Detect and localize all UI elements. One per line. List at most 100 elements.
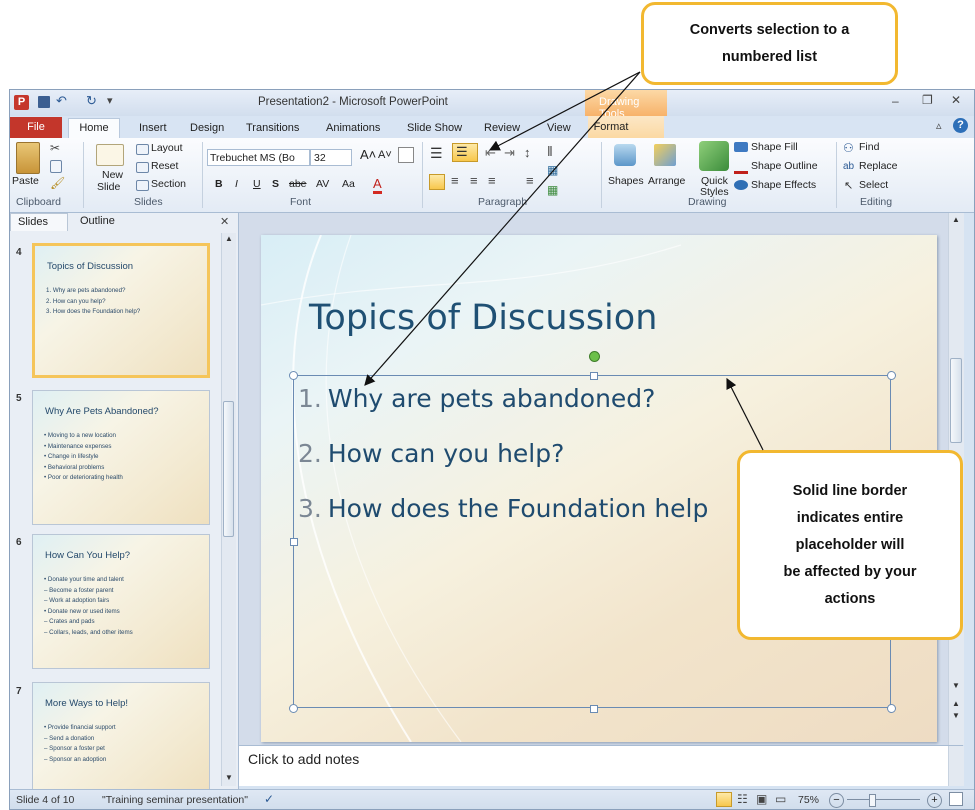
reset-button[interactable]: Reset bbox=[151, 160, 178, 172]
slide-thumbnail-selected[interactable]: Topics of Discussion 1. Why are pets aba… bbox=[32, 243, 210, 378]
paste-button[interactable]: Paste bbox=[12, 175, 39, 187]
section-button[interactable]: Section bbox=[151, 178, 186, 190]
panel-scrollbar[interactable]: ▲ ▼ bbox=[221, 233, 236, 786]
tab-design[interactable]: Design bbox=[190, 119, 224, 138]
zoom-slider-thumb[interactable] bbox=[869, 794, 876, 807]
slide-show-button[interactable]: ▭ bbox=[775, 792, 786, 806]
normal-view-button[interactable] bbox=[716, 792, 732, 807]
change-case-button[interactable]: Aa bbox=[342, 178, 355, 190]
shape-outline-button[interactable]: Shape Outline bbox=[751, 160, 818, 172]
zoom-slider[interactable] bbox=[847, 799, 920, 800]
paste-icon[interactable] bbox=[16, 142, 40, 174]
clear-formatting-icon[interactable] bbox=[398, 147, 414, 163]
bullets-button[interactable]: ☰ bbox=[430, 145, 443, 162]
resize-handle[interactable] bbox=[887, 371, 896, 380]
bold-button[interactable]: B bbox=[215, 178, 223, 190]
align-text-button[interactable]: ▦ bbox=[547, 163, 558, 177]
cut-icon[interactable]: ✂ bbox=[50, 141, 60, 155]
zoom-out-button[interactable]: − bbox=[829, 793, 844, 808]
tab-view[interactable]: View bbox=[547, 119, 571, 138]
numbering-button[interactable]: ☰ bbox=[452, 143, 478, 162]
layout-button[interactable]: Layout bbox=[151, 142, 183, 154]
slide-thumbnail[interactable]: More Ways to Help! • Provide financial s… bbox=[32, 682, 210, 792]
decrease-indent-button[interactable]: ⇤ bbox=[485, 145, 496, 161]
spell-check-icon[interactable]: ✓ bbox=[264, 792, 274, 806]
numbered-list-item[interactable]: 2. How can you help? bbox=[298, 439, 564, 468]
tab-format[interactable]: Format bbox=[588, 116, 664, 138]
panel-scroll-thumb[interactable] bbox=[223, 401, 234, 537]
zoom-in-button[interactable]: + bbox=[927, 793, 942, 808]
increase-indent-button[interactable]: ⇥ bbox=[504, 145, 515, 161]
tab-transitions[interactable]: Transitions bbox=[246, 119, 299, 138]
minimize-ribbon-icon[interactable]: ▵ bbox=[936, 119, 942, 132]
resize-handle[interactable] bbox=[887, 704, 896, 713]
undo-icon[interactable]: ↶ bbox=[56, 93, 67, 109]
notes-scrollbar[interactable] bbox=[948, 746, 964, 786]
numbered-list-item[interactable]: 3. How does the Foundation help bbox=[298, 494, 708, 523]
text-direction-button[interactable]: ≡ bbox=[526, 173, 534, 188]
fit-to-window-button[interactable] bbox=[949, 792, 963, 806]
tab-file[interactable]: File bbox=[10, 117, 62, 138]
customize-quick-access-icon[interactable]: ▾ bbox=[107, 94, 113, 107]
font-color-button[interactable]: A bbox=[373, 176, 382, 194]
notes-pane[interactable]: Click to add notes bbox=[239, 745, 964, 786]
resize-handle[interactable] bbox=[290, 538, 298, 546]
tab-slides-panel[interactable]: Slides bbox=[10, 213, 68, 231]
quick-styles-icon[interactable] bbox=[699, 141, 729, 171]
help-icon[interactable]: ? bbox=[953, 118, 968, 133]
new-slide-button[interactable]: New bbox=[102, 169, 123, 181]
scroll-down-icon[interactable]: ▼ bbox=[952, 681, 960, 690]
columns-button[interactable]: ‖ bbox=[547, 143, 553, 159]
arrange-icon[interactable] bbox=[654, 144, 676, 166]
slide-scroll-thumb[interactable] bbox=[950, 358, 962, 443]
minimize-button[interactable]: – bbox=[892, 94, 899, 108]
zoom-level[interactable]: 75% bbox=[798, 794, 819, 806]
previous-slide-icon[interactable]: ▲ bbox=[952, 699, 960, 708]
character-spacing-button[interactable]: AV bbox=[316, 178, 329, 190]
restore-button[interactable]: ❐ bbox=[922, 93, 933, 107]
resize-handle[interactable] bbox=[289, 704, 298, 713]
shapes-button[interactable]: Shapes bbox=[608, 175, 644, 187]
tab-review[interactable]: Review bbox=[484, 119, 520, 138]
shapes-icon[interactable] bbox=[614, 144, 636, 166]
new-slide-button-line2[interactable]: Slide bbox=[97, 181, 120, 193]
close-panel-icon[interactable]: ✕ bbox=[220, 215, 229, 228]
find-button[interactable]: Find bbox=[859, 141, 879, 153]
close-button[interactable]: ✕ bbox=[951, 93, 961, 107]
grow-font-button[interactable]: A˄ bbox=[360, 147, 376, 162]
tab-insert[interactable]: Insert bbox=[139, 119, 167, 138]
tab-slide-show[interactable]: Slide Show bbox=[407, 119, 462, 138]
redo-icon[interactable]: ↻ bbox=[86, 93, 97, 109]
tab-outline[interactable]: Outline bbox=[72, 213, 132, 231]
next-slide-icon[interactable]: ▼ bbox=[952, 711, 960, 720]
shadow-button[interactable]: S bbox=[272, 178, 279, 190]
notes-placeholder[interactable]: Click to add notes bbox=[248, 751, 359, 767]
italic-button[interactable]: I bbox=[235, 178, 238, 190]
shape-effects-button[interactable]: Shape Effects bbox=[751, 179, 816, 191]
replace-button[interactable]: Replace bbox=[859, 160, 898, 172]
resize-handle[interactable] bbox=[590, 372, 598, 380]
font-size-combo[interactable]: 32 bbox=[310, 149, 352, 166]
slide-title[interactable]: Topics of Discussion bbox=[309, 298, 657, 338]
scroll-up-icon[interactable]: ▲ bbox=[225, 234, 233, 243]
format-painter-icon[interactable]: 🖌 bbox=[50, 176, 65, 190]
slide-sorter-button[interactable]: ☷ bbox=[737, 792, 748, 806]
scroll-down-icon[interactable]: ▼ bbox=[225, 773, 233, 782]
strikethrough-button[interactable]: abe bbox=[289, 178, 307, 190]
reading-view-button[interactable]: ▣ bbox=[756, 792, 767, 806]
resize-handle[interactable] bbox=[289, 371, 298, 380]
center-button[interactable]: ≡ bbox=[451, 173, 459, 188]
numbered-list-item[interactable]: 1. Why are pets abandoned? bbox=[298, 384, 655, 413]
font-name-combo[interactable]: Trebuchet MS (Bo bbox=[207, 149, 310, 166]
rotation-handle[interactable] bbox=[589, 351, 600, 362]
smartart-button[interactable]: ▦ bbox=[547, 183, 558, 197]
slide-thumbnail[interactable]: How Can You Help? • Donate your time and… bbox=[32, 534, 210, 669]
resize-handle[interactable] bbox=[590, 705, 598, 713]
shrink-font-button[interactable]: A˅ bbox=[378, 149, 392, 161]
shape-fill-button[interactable]: Shape Fill bbox=[751, 141, 798, 153]
scroll-up-icon[interactable]: ▲ bbox=[952, 215, 960, 224]
underline-button[interactable]: U bbox=[253, 178, 261, 190]
copy-icon[interactable] bbox=[50, 160, 62, 173]
select-button[interactable]: Select bbox=[859, 179, 888, 191]
align-right-button[interactable]: ≡ bbox=[470, 173, 478, 188]
